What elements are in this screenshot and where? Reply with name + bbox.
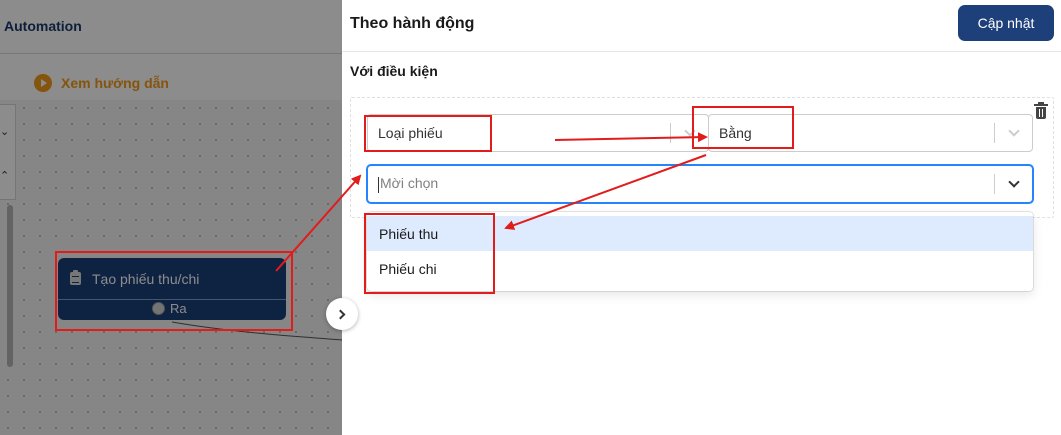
chevron-down-icon[interactable]: ⌄: [0, 125, 9, 138]
option-phieu-chi[interactable]: Phiếu chi: [367, 251, 1033, 286]
node-label: Tạo phiếu thu/chi: [92, 270, 200, 287]
automation-canvas-pane: Automation Xem hướng dẫn ⌄ ⌃ Tạo phiếu t…: [0, 0, 342, 435]
value-options-menu: Phiếu thu Phiếu chi: [367, 212, 1033, 291]
collapse-drawer-button[interactable]: [326, 298, 358, 330]
trash-lid: [1034, 102, 1048, 106]
option-phieu-thu[interactable]: Phiếu thu: [367, 216, 1033, 251]
node-output-label: Ra: [170, 301, 187, 316]
node-output-port[interactable]: Ra: [152, 301, 187, 316]
output-port-dot[interactable]: [152, 302, 165, 315]
chevron-down-icon[interactable]: [995, 115, 1032, 151]
play-circle-icon: [34, 74, 52, 92]
trash-icon[interactable]: [1034, 102, 1048, 119]
text-caret: [378, 176, 379, 193]
condition-operator-select[interactable]: Bằng: [708, 114, 1033, 152]
chevron-right-icon: [335, 309, 346, 319]
action-settings-drawer: Theo hành động Cập nhật Với điều kiện Lo…: [342, 0, 1061, 435]
workflow-node-create-voucher[interactable]: Tạo phiếu thu/chi Ra: [58, 258, 286, 320]
condition-field-select[interactable]: Loại phiếu: [367, 114, 709, 152]
canvas-title: Automation: [4, 18, 82, 34]
canvas-zoom-panel: ⌄ ⌃: [0, 104, 16, 200]
chevron-down-icon[interactable]: [671, 115, 708, 151]
placeholder-text: Mời chọn: [380, 175, 439, 192]
condition-value-placeholder: Mời chọn: [368, 175, 994, 193]
node-header: Tạo phiếu thu/chi: [58, 258, 286, 300]
trash-body: [1036, 107, 1046, 119]
clipboard-icon: [70, 270, 81, 285]
condition-operator-value: Bằng: [719, 125, 752, 141]
guide-label: Xem hướng dẫn: [61, 75, 169, 91]
chevron-down-icon[interactable]: [995, 166, 1032, 202]
canvas-header: Automation: [0, 0, 342, 54]
update-button[interactable]: Cập nhật: [958, 5, 1054, 41]
canvas-scrollbar[interactable]: [7, 205, 13, 367]
condition-field-value: Loại phiếu: [378, 125, 443, 141]
guide-link[interactable]: Xem hướng dẫn: [34, 74, 169, 92]
condition-section-label: Với điều kiện: [350, 63, 438, 79]
drawer-header: Theo hành động Cập nhật: [342, 0, 1061, 52]
condition-value-select[interactable]: Mời chọn: [367, 165, 1033, 203]
chevron-up-icon[interactable]: ⌃: [0, 169, 9, 182]
drawer-title: Theo hành động: [350, 15, 475, 32]
